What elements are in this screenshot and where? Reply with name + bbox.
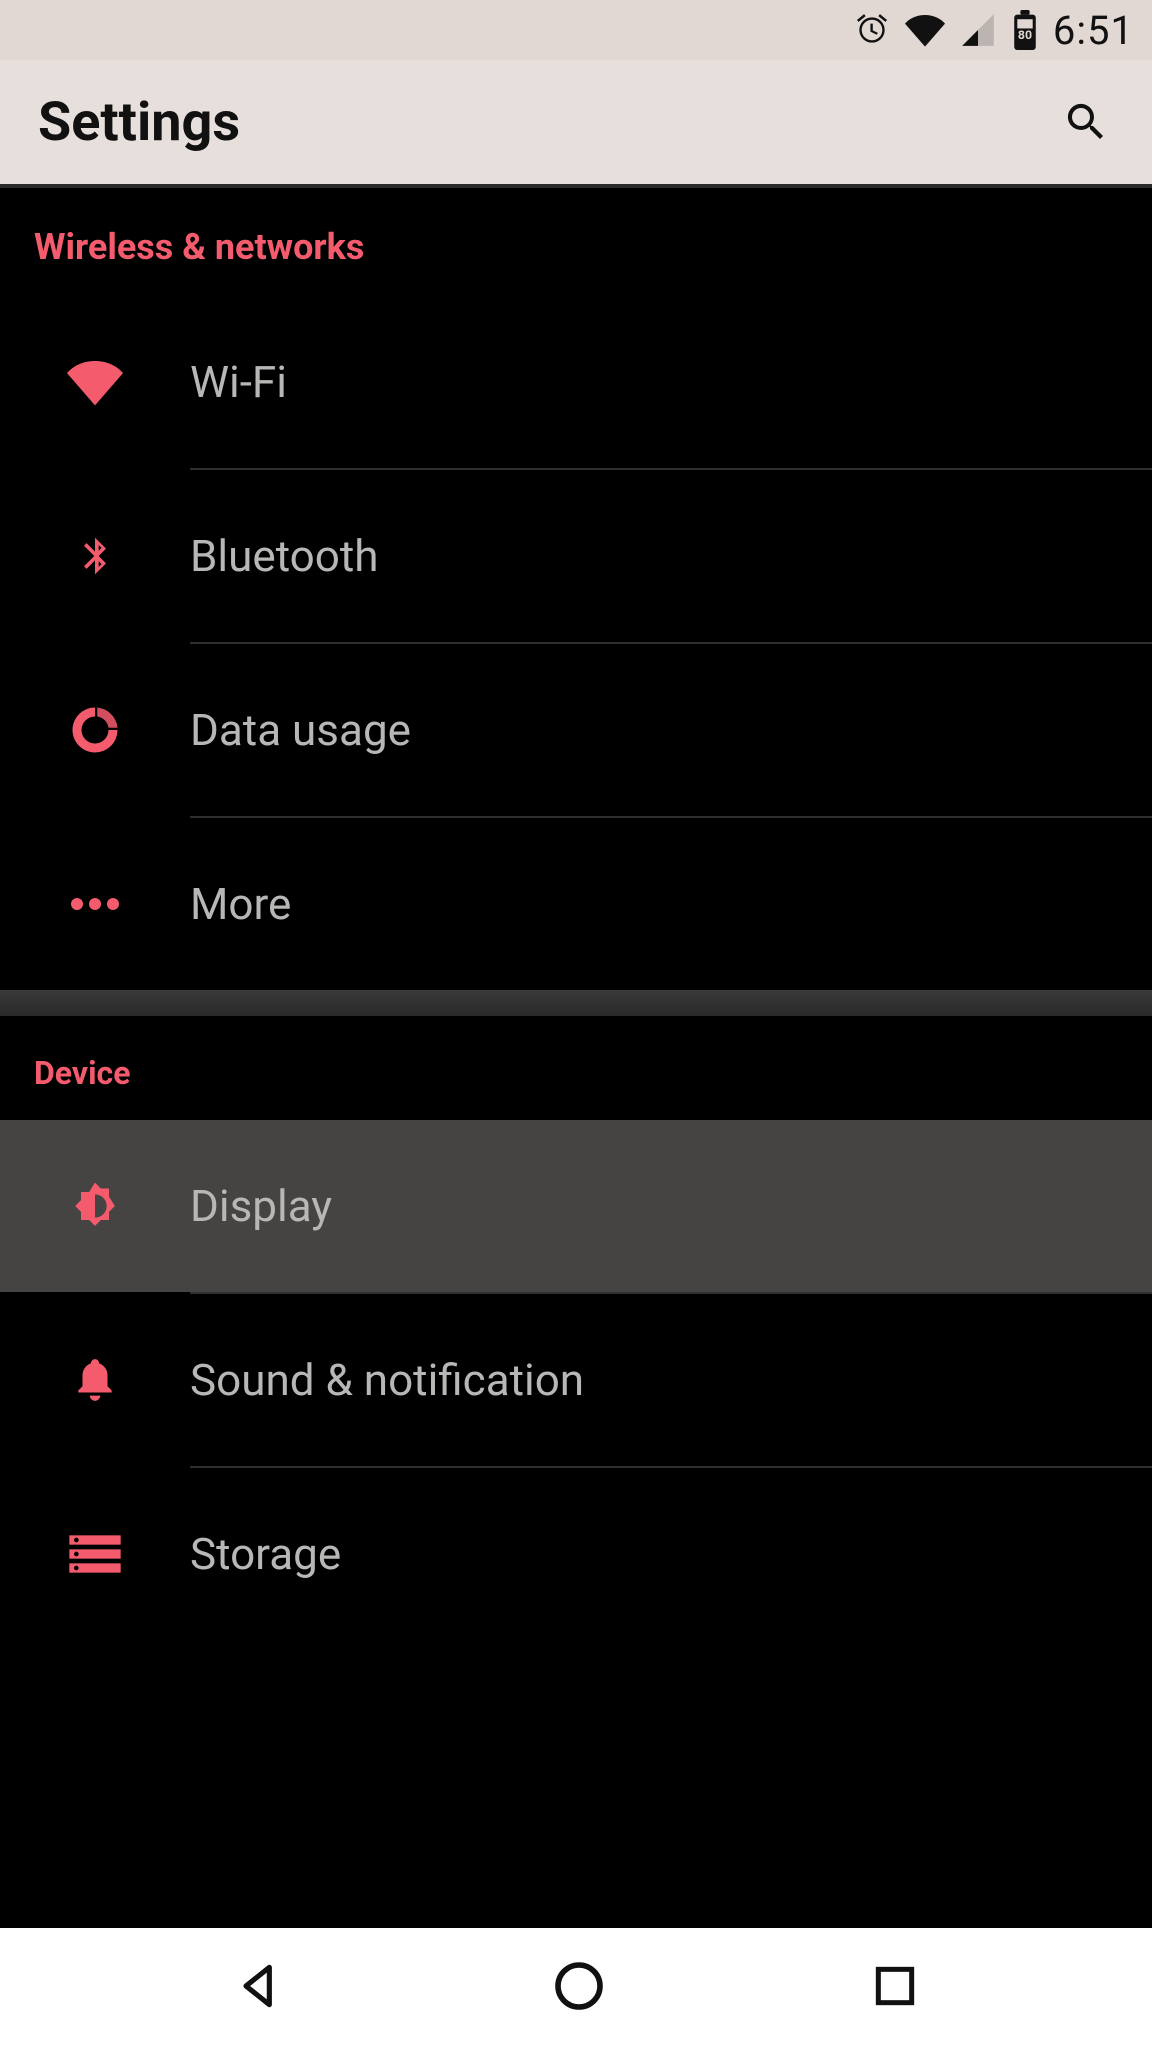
section-header-device: Device	[0, 1016, 1152, 1120]
bluetooth-icon	[73, 528, 117, 584]
recents-button[interactable]	[870, 1961, 920, 2015]
brightness-icon	[67, 1178, 123, 1234]
home-icon	[551, 1958, 607, 2014]
settings-row-label: More	[190, 878, 1152, 930]
navigation-bar	[0, 1928, 1152, 2048]
wifi-status-icon	[905, 10, 945, 50]
settings-row-label: Wi-Fi	[190, 356, 1152, 408]
status-clock: 6:51	[1053, 7, 1134, 54]
settings-row-label: Storage	[190, 1528, 1152, 1580]
wifi-icon	[67, 354, 123, 410]
settings-row-bluetooth[interactable]: Bluetooth	[0, 470, 1152, 642]
settings-row-data-usage[interactable]: Data usage	[0, 644, 1152, 816]
section-separator	[0, 990, 1152, 1016]
status-bar: 80 6:51	[0, 0, 1152, 60]
svg-text:80: 80	[1018, 29, 1032, 43]
back-button[interactable]	[232, 1958, 288, 2018]
storage-icon	[67, 1532, 123, 1576]
cellular-signal-icon	[959, 11, 997, 49]
settings-row-storage[interactable]: Storage	[0, 1468, 1152, 1640]
settings-list: Wireless & networks Wi-Fi Bluetooth Data…	[0, 188, 1152, 1928]
back-icon	[232, 1958, 288, 2014]
settings-row-sound[interactable]: Sound & notification	[0, 1294, 1152, 1466]
alarm-icon	[853, 11, 891, 49]
battery-icon: 80	[1011, 10, 1039, 50]
data-usage-icon	[68, 703, 122, 757]
recents-icon	[870, 1961, 920, 2011]
more-horizontal-icon	[67, 894, 123, 914]
search-button[interactable]	[1058, 94, 1114, 150]
settings-row-label: Sound & notification	[190, 1354, 1152, 1406]
app-bar: Settings	[0, 60, 1152, 188]
home-button[interactable]	[551, 1958, 607, 2018]
bell-icon	[70, 1352, 120, 1408]
page-title: Settings	[38, 91, 240, 154]
section-header-wireless: Wireless & networks	[0, 188, 1152, 296]
settings-row-more[interactable]: More	[0, 818, 1152, 990]
settings-row-wifi[interactable]: Wi-Fi	[0, 296, 1152, 468]
settings-row-display[interactable]: Display	[0, 1120, 1152, 1292]
search-icon	[1062, 98, 1110, 146]
settings-row-label: Data usage	[190, 704, 1152, 756]
settings-row-label: Display	[190, 1180, 1152, 1232]
settings-row-label: Bluetooth	[190, 530, 1152, 582]
